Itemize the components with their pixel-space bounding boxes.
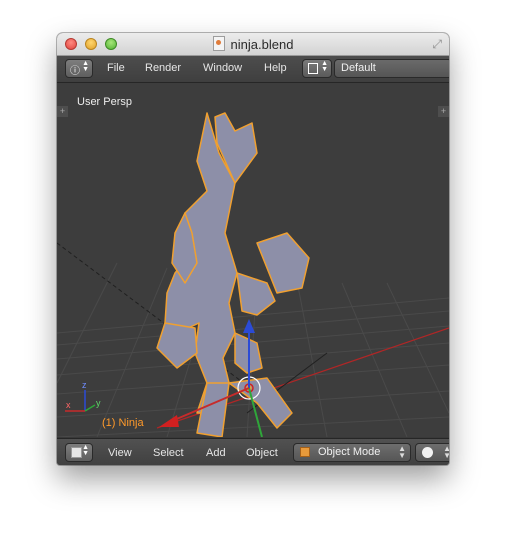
menu-add[interactable]: Add [206,447,226,459]
view-perspective-label: User Persp [77,96,133,108]
mini-y-label: y [96,398,101,408]
blend-file-icon [212,36,225,51]
toolshelf-toggle-icon[interactable]: + [57,106,68,117]
fullscreen-icon[interactable]: ⤢ [432,37,442,52]
title-bar: ninja.blend ⤢ [57,33,449,56]
menu-select[interactable]: Select [153,447,184,459]
editor-type-button[interactable]: ▲ ▼ [65,443,93,462]
updown-arrows-icon: ▲ ▼ [82,444,89,457]
object-mode-icon [300,447,310,457]
interaction-mode-select[interactable]: Object Mode ▲ ▼ [293,443,411,462]
3d-view-icon [71,447,82,458]
active-object-label: (1) Ninja [102,417,144,429]
mini-y-axis [84,404,96,412]
menu-help[interactable]: Help [264,62,287,74]
window-title: ninja.blend [230,37,294,52]
updown-arrows-icon: ▲ ▼ [321,60,328,73]
mini-z-label: z [82,380,87,390]
ninja-mesh[interactable] [156,112,310,437]
updown-arrows-icon: ▲ ▼ [82,60,89,73]
updown-arrows-icon: ▲ ▼ [398,444,406,460]
viewport-shading-button[interactable]: ▲ ▼ [415,443,449,462]
window-title-group: ninja.blend [57,36,449,52]
updown-arrows-icon: ▲ ▼ [443,444,449,460]
menu-file[interactable]: File [107,62,125,74]
menu-view[interactable]: View [108,447,132,459]
z-arrow-icon[interactable] [243,319,255,333]
solid-shading-icon [422,447,433,458]
layout-icon [308,63,318,74]
properties-toggle-icon[interactable]: + [438,106,449,117]
menu-window[interactable]: Window [203,62,242,74]
menu-render[interactable]: Render [145,62,181,74]
interaction-mode-label: Object Mode [318,446,381,458]
menu-object[interactable]: Object [246,447,278,459]
blender-window: ninja.blend ⤢ ⓘ ▲ ▼ File Render Window He… [57,33,449,465]
screen-layout-field[interactable]: Default [334,59,449,78]
3d-viewport[interactable]: z y x User Persp (1) Ninja + + [57,83,449,437]
screen-layout-button[interactable]: ▲ ▼ [302,59,332,78]
editor-type-button[interactable]: ⓘ ▲ ▼ [65,59,93,78]
3d-view-header: ▲ ▼ View Select Add Object Object Mode ▲ ▼… [57,438,449,465]
info-icon: ⓘ [70,66,80,77]
info-header: ⓘ ▲ ▼ File Render Window Help ▲ ▼ Default [57,56,449,83]
mini-x-label: x [66,400,71,410]
viewport-canvas: z y x [57,112,449,437]
x-arrow-icon[interactable] [159,415,179,427]
